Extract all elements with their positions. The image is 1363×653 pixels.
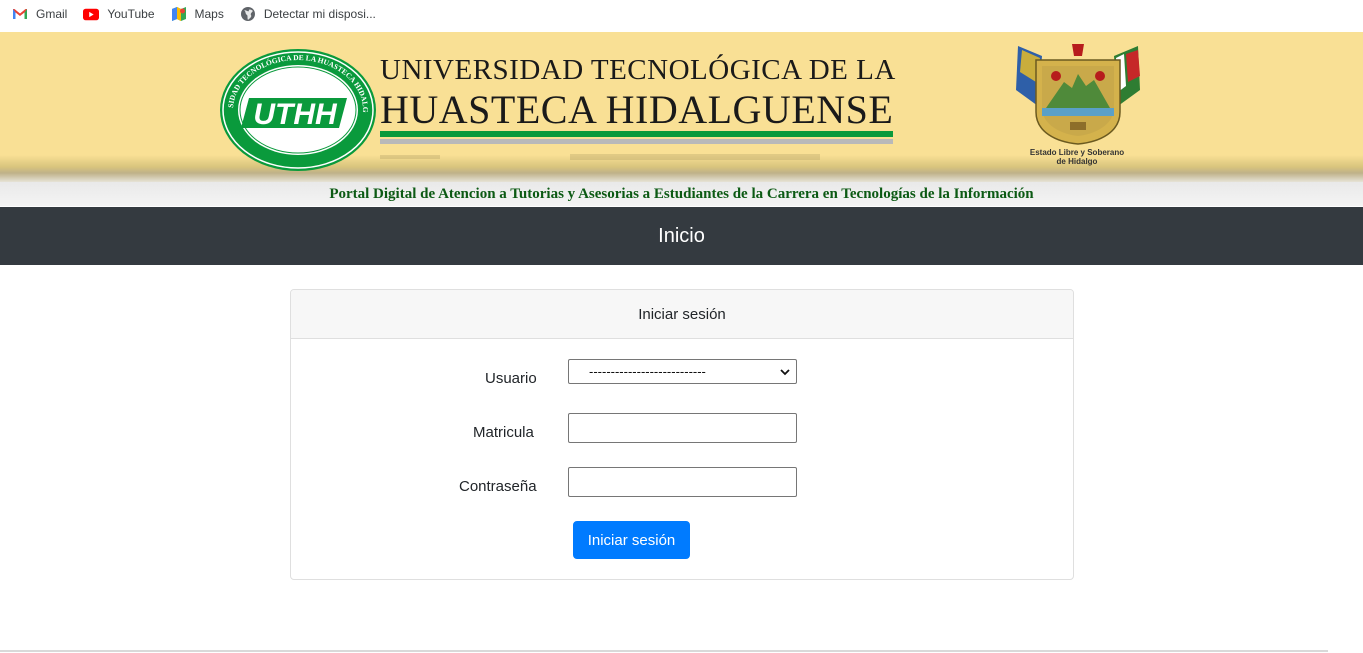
globe-icon: [240, 6, 256, 22]
bottom-divider: [0, 650, 1328, 652]
bookmark-youtube[interactable]: YouTube: [83, 4, 155, 24]
iniciar-sesion-button[interactable]: Iniciar sesión: [573, 521, 690, 559]
crest-caption-line2: de Hidalgo: [1056, 157, 1098, 166]
matricula-input[interactable]: [568, 413, 797, 443]
bookmark-label: Gmail: [36, 7, 68, 21]
gmail-icon: [12, 6, 28, 22]
bookmark-detectar[interactable]: Detectar mi disposi...: [240, 4, 376, 24]
gray-divider: [380, 139, 893, 144]
university-name-line1: UNIVERSIDAD TECNOLÓGICA DE LA: [380, 54, 896, 86]
matricula-label: Matricula: [473, 424, 534, 441]
usuario-select-value: ---------------------------: [589, 364, 706, 379]
bookmarks-bar: Gmail YouTube Maps Detectar mi disposi..…: [0, 0, 1363, 28]
maps-icon: [171, 6, 187, 22]
university-name-line2: HUASTECA HIDALGUENSE: [380, 87, 894, 132]
bookmark-label: Detectar mi disposi...: [263, 7, 376, 21]
login-card-header: Iniciar sesión: [291, 290, 1073, 339]
bookmark-label: YouTube: [107, 7, 155, 21]
portal-subtitle: Portal Digital de Atencion a Tutorias y …: [329, 185, 1034, 202]
bookmark-label: Maps: [194, 7, 224, 21]
uthh-seal-logo: UNIVERSIDAD TECNOLÓGICA DE LA HUASTECA H…: [216, 41, 377, 177]
hidalgo-crest-logo: [1012, 42, 1144, 151]
green-divider: [380, 131, 893, 137]
login-card: Iniciar sesión Usuario -----------------…: [290, 289, 1074, 580]
faint-decoration: [380, 150, 893, 164]
seal-uthh-text: UTHH: [253, 98, 338, 131]
subtitle-bar: Portal Digital de Atencion a Tutorias y …: [0, 182, 1363, 206]
crest-caption-line1: Estado Libre y Soberano: [1029, 148, 1125, 157]
crest-caption: Estado Libre y Soberano de Hidalgo: [1006, 148, 1148, 166]
youtube-icon: [83, 6, 100, 22]
chevron-down-icon: [780, 367, 790, 377]
contrasena-label: Contraseña: [459, 478, 537, 495]
bookmark-maps[interactable]: Maps: [171, 4, 224, 24]
usuario-select[interactable]: ---------------------------: [568, 359, 797, 384]
contrasena-input[interactable]: [568, 467, 797, 497]
top-navbar: Inicio: [0, 207, 1363, 265]
bookmark-gmail[interactable]: Gmail: [12, 4, 67, 24]
navbar-title[interactable]: Inicio: [658, 225, 705, 248]
usuario-label: Usuario: [485, 370, 537, 387]
